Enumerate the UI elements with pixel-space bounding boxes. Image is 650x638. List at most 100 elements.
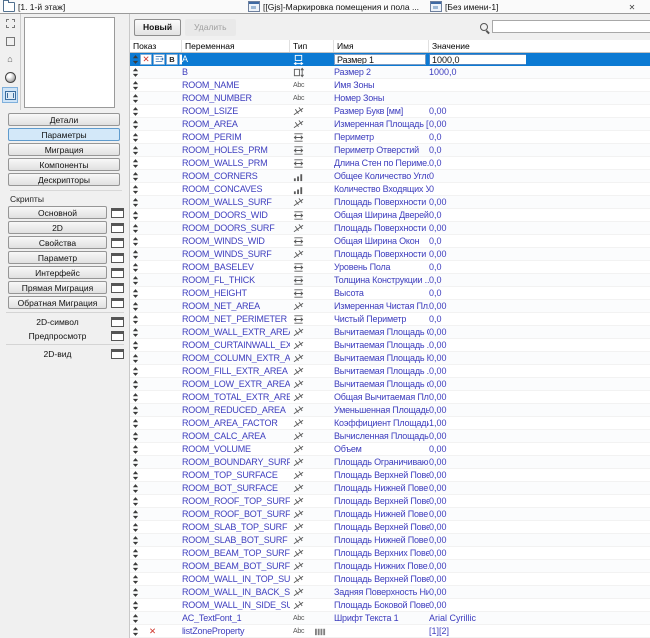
tab-gdl-object[interactable]: [[Gjs]-Маркировка помещения и пола ... [248, 0, 419, 13]
table-row[interactable]: ROOM_REDUCED_AREAУменьшенная Площадь0,00 [130, 404, 650, 417]
column-header-type[interactable]: Тип [290, 40, 334, 52]
window-2d-symbol[interactable]: 2D-символ [8, 317, 124, 327]
table-row[interactable]: ROOM_CALC_AREAВычисленная Площадь0,00 [130, 430, 650, 443]
table-row[interactable]: ROOM_BASELEVУровень Пола0,0 [130, 261, 650, 274]
tab-label: [Без имени-1] [445, 2, 498, 12]
open-window-icon [111, 331, 124, 341]
show-cell [130, 496, 182, 507]
3d-sphere-icon[interactable] [2, 69, 18, 85]
value-edit-field[interactable]: 1000,0 [429, 54, 526, 65]
parameter-value: 0,00 [429, 366, 526, 376]
table-row[interactable]: ROOM_BOT_SURFACEПлощадь Нижней Пове...0,… [130, 482, 650, 495]
table-row[interactable]: AC_TextFont_1AbcШрифт Текста 1Arial Cyri… [130, 612, 650, 625]
table-row[interactable]: ROOM_BOUNDARY_SURFПлощадь Ограничиваю...… [130, 456, 650, 469]
sidebar-item-components[interactable]: Компоненты [8, 158, 120, 171]
open-window-icon[interactable] [111, 283, 124, 293]
script-forward-migration[interactable]: Прямая Миграция [8, 281, 107, 294]
table-row[interactable]: ROOM_CORNERSОбщее Количество Углов0 [130, 170, 650, 183]
new-parameter-button[interactable]: Новый [134, 19, 181, 36]
parameter-name: Размер Букв [мм] [334, 106, 429, 116]
display-option-icon[interactable] [153, 54, 165, 65]
table-row[interactable]: ROOM_WINDS_WIDОбщая Ширина Окон0,0 [130, 235, 650, 248]
open-window-icon[interactable] [111, 208, 124, 218]
search-input[interactable] [492, 20, 650, 33]
table-row[interactable]: ✕BUAРазмер 11000,0 [130, 53, 650, 66]
table-row[interactable]: ROOM_BEAM_TOP_SURFПлощадь Верхних Пове..… [130, 547, 650, 560]
table-row[interactable]: ROOM_TOTAL_EXTR_AREAОбщая Вычитаемая Пл.… [130, 391, 650, 404]
table-row[interactable]: ROOM_CURTAINWALL_EXTR_...Вычитаемая Площ… [130, 339, 650, 352]
table-row[interactable]: ROOM_HOLES_PRMПериметр Отверстий0,0 [130, 144, 650, 157]
table-row[interactable]: ROOM_FILL_EXTR_AREAВычитаемая Площадь ..… [130, 365, 650, 378]
close-icon[interactable]: ✕ [626, 1, 638, 13]
sidebar-item-details[interactable]: Детали [8, 113, 120, 126]
table-row[interactable]: ROOM_WALL_EXTR_AREAВычитаемая Площадь С.… [130, 326, 650, 339]
column-header-value[interactable]: Значение [429, 40, 526, 52]
bold-toggle[interactable]: B [166, 54, 178, 65]
table-row[interactable]: ROOM_NET_AREAИзмеренная Чистая Пл...0,00 [130, 300, 650, 313]
parameter-variable: ROOM_FL_THICK [182, 275, 290, 285]
table-row[interactable]: ROOM_WALLS_SURFПлощадь Поверхности ...0,… [130, 196, 650, 209]
table-row[interactable]: ROOM_WALL_IN_SIDE_SURFПлощадь Боковой По… [130, 599, 650, 612]
elevation-view-icon[interactable]: ⌂ [2, 51, 18, 67]
window-2d-view[interactable]: 2D-вид [8, 349, 124, 359]
table-row[interactable]: ROOM_NAMEAbcИмя Зоны [130, 79, 650, 92]
open-window-icon[interactable] [111, 268, 124, 278]
column-header-show[interactable]: Показ [130, 40, 182, 52]
table-row[interactable]: ROOM_NET_PERIMETERЧистый Периметр0,0 [130, 313, 650, 326]
table-row[interactable]: ROOM_SLAB_BOT_SURFПлощадь Нижней Пове...… [130, 534, 650, 547]
table-row[interactable]: ROOM_COLUMN_EXTR_AREAВычитаемая Площадь … [130, 352, 650, 365]
table-row[interactable]: ROOM_ROOF_TOP_SURFПлощадь Верхней Пове..… [130, 495, 650, 508]
open-window-icon[interactable] [111, 238, 124, 248]
table-row[interactable]: ROOM_WALL_IN_TOP_SURFПлощадь Верхней Пов… [130, 573, 650, 586]
window-preview[interactable]: Предпросмотр [8, 331, 124, 341]
sidebar-item-parameters[interactable]: Параметры [8, 128, 120, 141]
table-row[interactable]: ROOM_CONCAVESКоличество Входящих У...0 [130, 183, 650, 196]
open-window-icon[interactable] [111, 253, 124, 263]
sidebar-item-descriptors[interactable]: Дескрипторы [8, 173, 120, 186]
real-type-icon [293, 223, 304, 234]
sidebar-item-migration[interactable]: Миграция [8, 143, 120, 156]
real-type-icon [293, 119, 304, 130]
tab-floor-plan[interactable]: [1. 1-й этаж] [3, 0, 65, 13]
script-parameter[interactable]: Параметр [8, 251, 107, 264]
table-row[interactable]: ROOM_NUMBERAbcНомер Зоны [130, 92, 650, 105]
2d-frame-icon[interactable] [2, 87, 18, 103]
object-preview-pane[interactable] [24, 17, 115, 108]
delete-parameter-button[interactable]: Удалить [185, 19, 235, 36]
table-row[interactable]: ROOM_AREAИзмеренная Площадь [...0,00 [130, 118, 650, 131]
column-header-name[interactable]: Имя [334, 40, 429, 52]
name-edit-field[interactable]: Размер 1 [334, 54, 426, 65]
dashed-square-icon[interactable] [2, 15, 18, 31]
table-row[interactable]: ROOM_SLAB_TOP_SURFПлощадь Верхней Пове..… [130, 521, 650, 534]
table-row[interactable]: ROOM_ROOF_BOT_SURFПлощадь Нижней Пове...… [130, 508, 650, 521]
table-row[interactable]: ROOM_DOORS_SURFПлощадь Поверхности ...0,… [130, 222, 650, 235]
table-row[interactable]: ROOM_TOP_SURFACEПлощадь Верхней Пове...0… [130, 469, 650, 482]
tab-untitled[interactable]: [Без имени-1] [430, 0, 498, 13]
table-row[interactable]: ROOM_DOORS_WIDОбщая Ширина Дверей0,0 [130, 209, 650, 222]
table-row[interactable]: ROOM_BEAM_BOT_SURFПлощадь Нижних Пове...… [130, 560, 650, 573]
open-window-icon[interactable] [111, 298, 124, 308]
table-row[interactable]: ROOM_LSIZEРазмер Букв [мм]0,00 [130, 105, 650, 118]
open-window-icon[interactable] [111, 223, 124, 233]
column-header-variable[interactable]: Переменная [182, 40, 290, 52]
table-row[interactable]: BРазмер 21000,0 [130, 66, 650, 79]
script-master[interactable]: Основной [8, 206, 107, 219]
script-interface[interactable]: Интерфейс [8, 266, 107, 279]
square-icon[interactable] [2, 33, 18, 49]
script-2d[interactable]: 2D [8, 221, 107, 234]
table-row[interactable]: ✕listZonePropertyAbc[1][2] [130, 625, 650, 638]
table-row[interactable]: ROOM_HEIGHTВысота0,0 [130, 287, 650, 300]
table-row[interactable]: ROOM_WINDS_SURFПлощадь Поверхности ...0,… [130, 248, 650, 261]
table-row[interactable]: ROOM_LOW_EXTR_AREAВычитаемая Площадь с..… [130, 378, 650, 391]
parameter-name: Площадь Поверхности ... [334, 197, 429, 207]
script-backward-migration[interactable]: Обратная Миграция [8, 296, 107, 309]
table-row[interactable]: ROOM_PERIMПериметр0,0 [130, 131, 650, 144]
table-row[interactable]: ROOM_VOLUMEОбъем0,00 [130, 443, 650, 456]
table-row[interactable]: ROOM_WALL_IN_BACK_SURFЗадняя Поверхность… [130, 586, 650, 599]
table-row[interactable]: ROOM_WALLS_PRMДлина Стен по Периме...0,0 [130, 157, 650, 170]
script-properties[interactable]: Свойства [8, 236, 107, 249]
delete-parameter-x-icon[interactable]: ✕ [140, 54, 152, 65]
table-row[interactable]: ROOM_AREA_FACTORКоэффициент Площади...1,… [130, 417, 650, 430]
real-type-icon [293, 418, 304, 429]
table-row[interactable]: ROOM_FL_THICKТолщина Конструкции ...0,0 [130, 274, 650, 287]
